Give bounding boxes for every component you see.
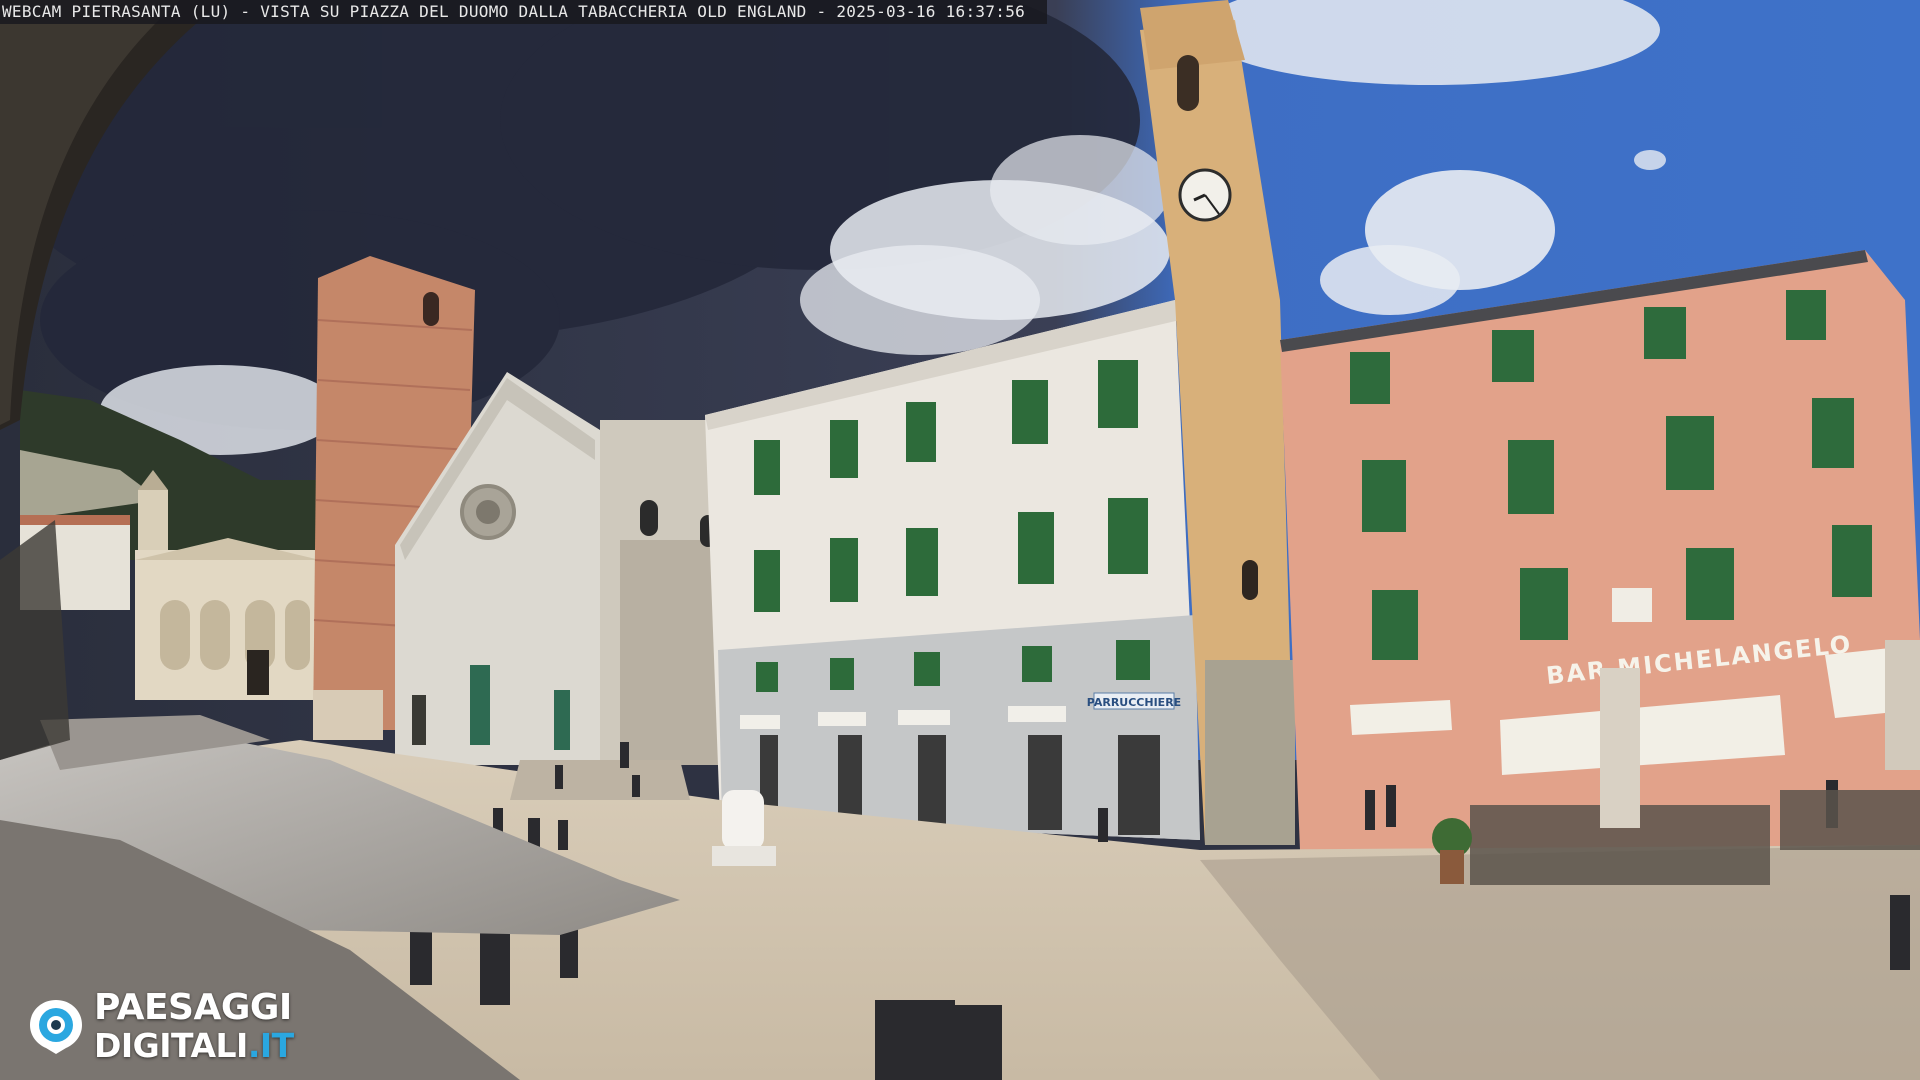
logo-digitali: DIGITALI — [94, 1026, 248, 1065]
duomo-main-door — [470, 665, 490, 745]
white-statue — [722, 790, 764, 850]
clock-tower-low-window — [1242, 560, 1258, 600]
closed-umbrella — [1600, 668, 1640, 828]
webcam-scene: PARRUCCHIERE BAR MICHELANGELO — [0, 0, 1920, 1080]
webcam-caption: WEBCAM PIETRASANTA (LU) - VISTA SU PIAZZ… — [0, 0, 1048, 24]
clock-tower-stone-base — [1205, 660, 1295, 845]
church-door — [247, 650, 269, 695]
campanile-window — [423, 292, 439, 326]
statue-plinth — [712, 846, 776, 866]
plaque — [1612, 588, 1652, 622]
rose-window-center — [476, 500, 500, 524]
duomo-side-door — [554, 690, 570, 750]
duomo-side-lower — [620, 540, 720, 765]
steps — [510, 760, 690, 800]
logo-line-digitali: DIGITALI.IT — [94, 1029, 294, 1062]
distant-roof — [20, 515, 130, 525]
campanile-base — [313, 690, 383, 740]
paesaggi-digitali-logo: PAESAGGI DIGITALI.IT — [26, 990, 294, 1062]
clock-tower-window — [1177, 55, 1199, 111]
parrucchiere-sign: PARRUCCHIERE — [1087, 696, 1181, 709]
plant-pot — [1440, 850, 1464, 884]
duomo-side-window — [640, 500, 658, 536]
camera-lens-icon — [30, 1000, 82, 1054]
duomo-left-door — [412, 695, 426, 745]
logo-dot-it: .IT — [247, 1026, 294, 1065]
closed-umbrella-2 — [1885, 640, 1920, 770]
logo-line-paesaggi: PAESAGGI — [94, 987, 292, 1028]
